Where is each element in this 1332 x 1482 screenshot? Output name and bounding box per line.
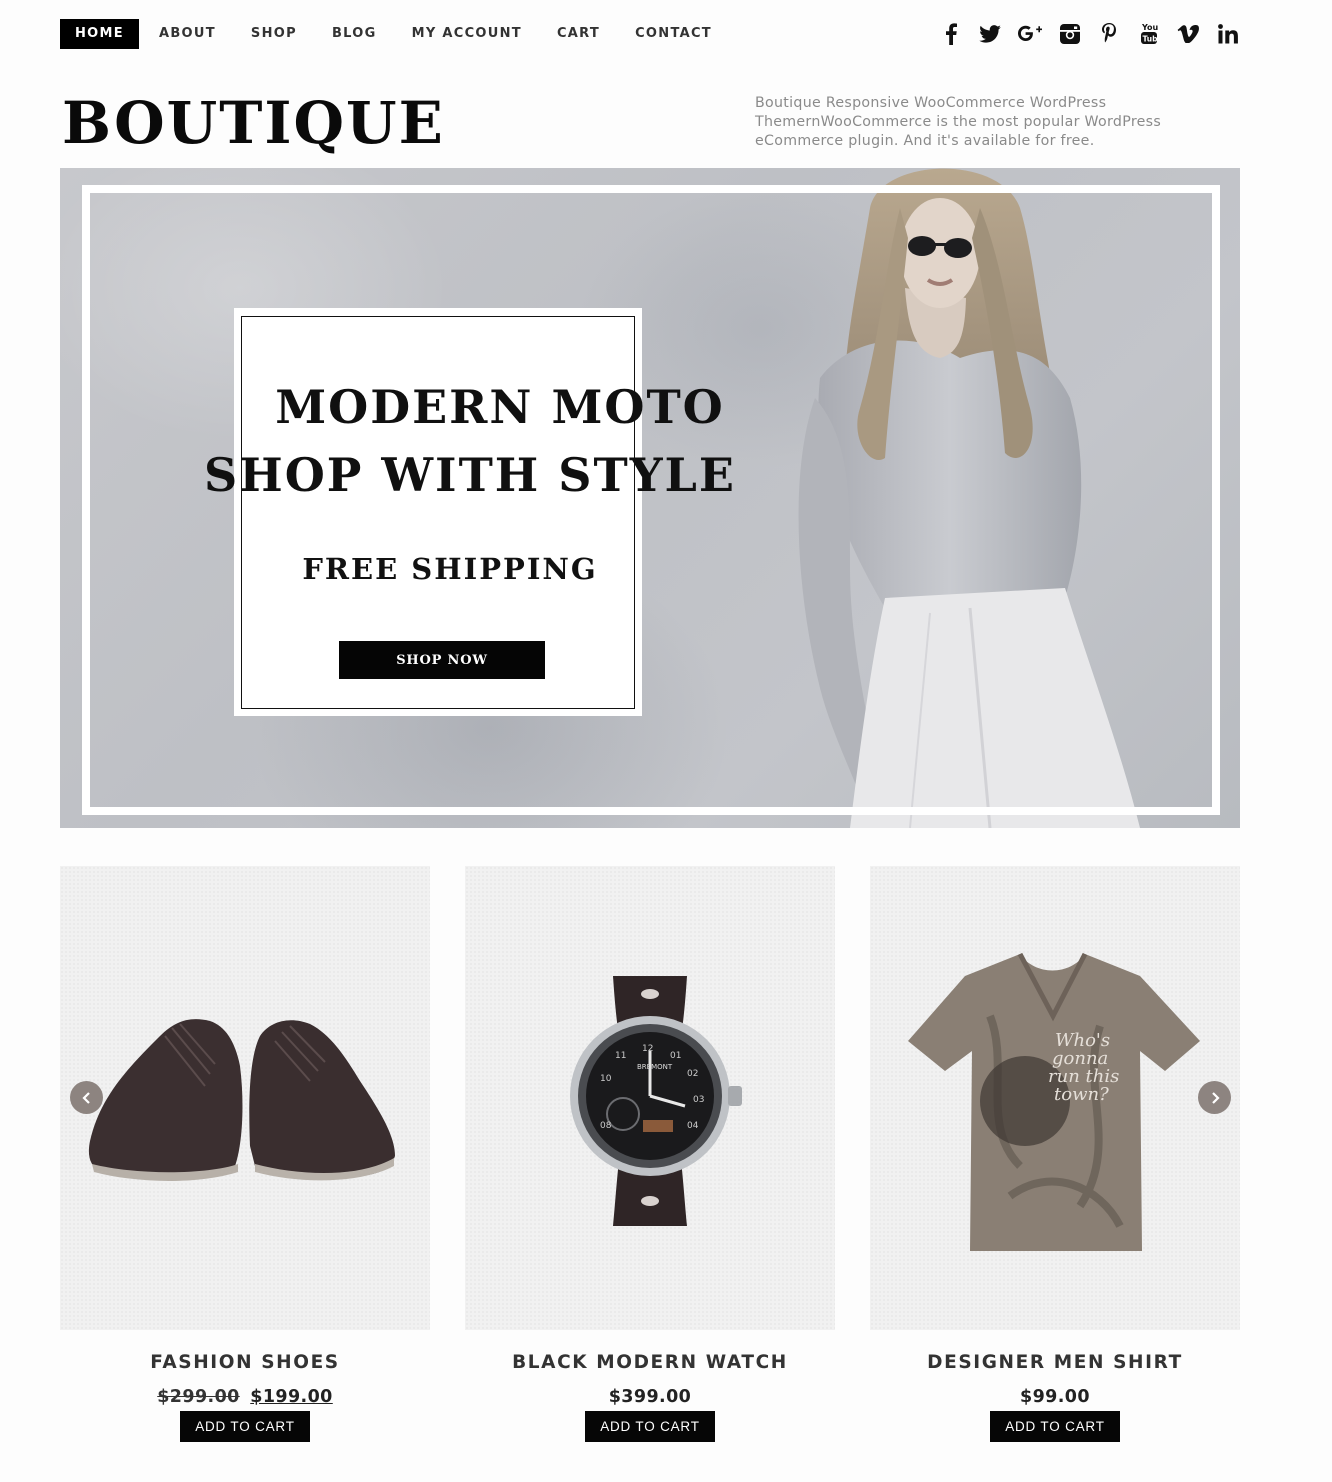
product-card: Who's gonna run this town? DESIGNER MEN … (870, 866, 1240, 1442)
shop-now-button[interactable]: SHOP NOW (339, 641, 545, 679)
product-title[interactable]: BLACK MODERN WATCH (465, 1352, 835, 1373)
hero-headline-line2: SHOP WITH STYLE (204, 448, 736, 502)
nav-shop[interactable]: SHOP (251, 19, 297, 49)
add-to-cart-button[interactable]: ADD TO CART (990, 1411, 1120, 1442)
product-price: $99.00 (1020, 1387, 1090, 1407)
main-nav: HOME ABOUT SHOP BLOG MY ACCOUNT CART CON… (60, 19, 747, 49)
product-card: FASHION SHOES $299.00 $199.00 ADD TO CAR… (60, 866, 430, 1442)
product-title[interactable]: FASHION SHOES (60, 1352, 430, 1373)
nav-home[interactable]: HOME (60, 19, 139, 49)
watch-numeral: 10 (600, 1074, 612, 1084)
chevron-right-icon (1211, 1091, 1220, 1104)
youtube-icon[interactable]: You Tube (1137, 22, 1161, 46)
chevron-left-icon (81, 1091, 90, 1104)
watch-numeral: 03 (693, 1095, 704, 1105)
watch-brand: BREMONT (637, 1063, 673, 1071)
pinterest-icon[interactable] (1097, 22, 1121, 46)
product-image-shirt[interactable]: Who's gonna run this town? (870, 866, 1240, 1330)
hero-headline-line1: MODERN MOTO (275, 380, 725, 434)
product-image-watch[interactable]: BREMONT 10 11 12 01 02 03 04 08 (465, 866, 835, 1330)
nav-cart[interactable]: CART (557, 19, 600, 49)
watch-numeral: 01 (670, 1051, 681, 1061)
watch-numeral: 04 (687, 1121, 699, 1131)
product-price: $399.00 (608, 1387, 692, 1407)
watch-numeral: 12 (642, 1044, 653, 1054)
svg-text:Tube: Tube (1142, 35, 1158, 44)
product-sale-price: $199.00 (250, 1387, 333, 1407)
carousel-prev-button[interactable] (70, 1081, 103, 1114)
nav-my-account[interactable]: MY ACCOUNT (412, 19, 522, 49)
product-title[interactable]: DESIGNER MEN SHIRT (870, 1352, 1240, 1373)
vimeo-icon[interactable] (1176, 22, 1200, 46)
site-tagline: Boutique Responsive WooCommerce WordPres… (755, 95, 1162, 149)
svg-text:You: You (1141, 23, 1158, 32)
site-logo[interactable]: BOUTIQUE (62, 86, 445, 160)
top-bar: HOME ABOUT SHOP BLOG MY ACCOUNT CART CON… (60, 19, 1240, 49)
add-to-cart-button[interactable]: ADD TO CART (180, 1411, 310, 1442)
google-plus-icon[interactable] (1018, 22, 1043, 46)
product-card: BREMONT 10 11 12 01 02 03 04 08 BLACK MO… (465, 866, 835, 1442)
hero-subheadline: FREE SHIPPING (302, 552, 598, 586)
facebook-icon[interactable] (939, 22, 963, 46)
hero-banner: MODERN MOTO SHOP WITH STYLE FREE SHIPPIN… (60, 168, 1240, 828)
nav-blog[interactable]: BLOG (332, 19, 377, 49)
product-old-price: $299.00 (157, 1387, 240, 1407)
hero-headline: MODERN MOTO SHOP WITH STYLE (190, 373, 750, 509)
product-image-shoes[interactable] (60, 866, 430, 1330)
add-to-cart-button[interactable]: ADD TO CART (585, 1411, 715, 1442)
nav-contact[interactable]: CONTACT (635, 19, 712, 49)
watch-numeral: 08 (600, 1121, 612, 1131)
shirt-print-text: town? (1054, 1084, 1109, 1105)
carousel-next-button[interactable] (1198, 1081, 1231, 1114)
twitter-icon[interactable] (978, 22, 1002, 46)
watch-numeral: 02 (687, 1069, 698, 1079)
nav-about[interactable]: ABOUT (159, 19, 216, 49)
watch-numeral: 11 (615, 1051, 626, 1061)
social-links: You Tube (923, 19, 1240, 49)
instagram-icon[interactable] (1058, 22, 1082, 46)
product-price: $299.00 $199.00 (60, 1387, 430, 1407)
linkedin-icon[interactable] (1216, 22, 1240, 46)
product-carousel: FASHION SHOES $299.00 $199.00 ADD TO CAR… (60, 866, 1240, 1466)
